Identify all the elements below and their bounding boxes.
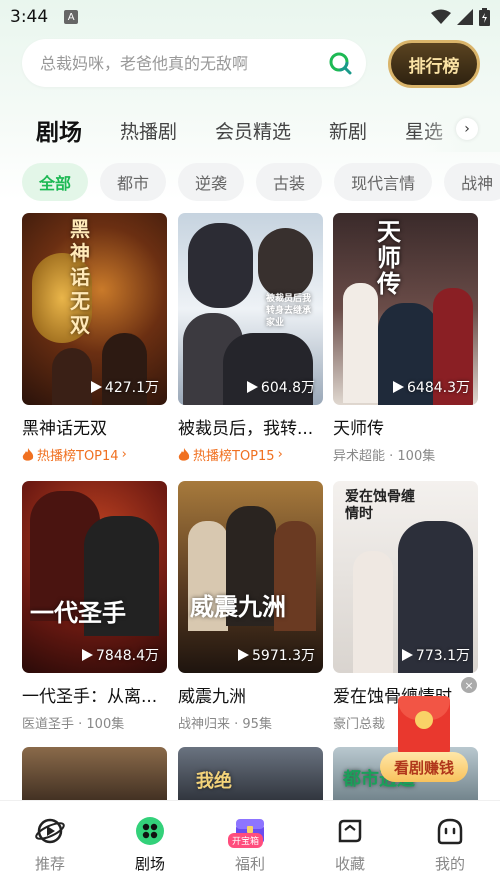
tab-member[interactable]: 会员精选 (215, 117, 291, 144)
drama-card[interactable]: 黑神话无双 427.1万 黑神话无双 热播榜TOP14 › (22, 213, 167, 464)
figure-decoration (353, 551, 393, 673)
hot-rank-label[interactable]: 热播榜TOP15 › (178, 445, 323, 464)
tab-new[interactable]: 新剧 (329, 117, 367, 144)
search-bar[interactable] (22, 39, 366, 87)
drama-poster[interactable]: 威震九洲 5971.3万 (178, 481, 323, 673)
coin-icon (415, 711, 433, 729)
drama-title[interactable]: 威震九洲 (178, 682, 323, 707)
poster-title-art: 一代圣手 (30, 598, 126, 627)
drama-title[interactable]: 天师传 (333, 414, 478, 439)
view-count: 7848.4万 (82, 645, 159, 665)
view-count: 427.1万 (90, 377, 159, 397)
nav-recommend[interactable]: 推荐 (0, 801, 100, 888)
poster-title-art: 天师传 (377, 217, 401, 298)
chip-war-god[interactable]: 战神 (444, 163, 500, 201)
tab-hot[interactable]: 热播剧 (120, 117, 177, 144)
nav-welfare[interactable]: 开宝箱 福利 (200, 801, 300, 888)
chevron-right-icon: › (121, 447, 127, 462)
profile-icon (434, 815, 466, 847)
poster-title-art: 威震九洲 (190, 592, 286, 621)
bookmark-icon (334, 815, 366, 847)
chevron-right-icon[interactable]: › (456, 118, 478, 140)
wifi-icon (431, 9, 451, 24)
figure-decoration (343, 283, 378, 403)
drama-poster[interactable]: 我绝 (178, 747, 323, 807)
flame-icon (178, 447, 190, 461)
drama-poster[interactable]: 爱在蚀骨缠情时 773.1万 (333, 481, 478, 673)
tab-theater[interactable]: 剧场 (36, 113, 82, 147)
figure-decoration (258, 228, 313, 298)
drama-meta: 战神归来 · 95集 (178, 717, 272, 732)
battery-icon (479, 8, 490, 26)
drama-card[interactable]: 天师传 6484.3万 天师传 异术超能 · 100集 (333, 213, 478, 464)
play-icon (238, 649, 249, 661)
drama-card[interactable]: 爱在蚀骨缠情时 773.1万 爱在蚀骨缠情时 豪门总裁 (333, 481, 478, 732)
chip-urban[interactable]: 都市 (100, 163, 167, 201)
play-icon (246, 381, 258, 393)
figure-decoration (188, 223, 253, 308)
view-count: 5971.3万 (238, 645, 315, 665)
genre-filter: 全部 都市 逆袭 古装 现代言情 战神 (22, 163, 500, 203)
poster-title-art: 被裁员后我转身去继承家业 (266, 294, 312, 328)
drama-meta: 异术超能 · 100集 (333, 449, 436, 464)
red-packet-icon[interactable] (398, 696, 450, 756)
bottom-nav: 推荐 剧场 开宝箱 福利 收藏 我的 (0, 800, 500, 888)
poster-title-art: 我绝 (196, 771, 232, 792)
drama-meta: 医道圣手 · 100集 (22, 717, 125, 732)
search-icon[interactable] (328, 51, 352, 75)
poster-title-art: 爱在蚀骨缠情时 (345, 489, 415, 522)
play-icon (82, 649, 93, 661)
view-count: 6484.3万 (393, 377, 470, 397)
nav-favorites[interactable]: 收藏 (300, 801, 400, 888)
drama-card[interactable]: 威震九洲 5971.3万 威震九洲 战神归来 · 95集 (178, 481, 323, 732)
hot-rank-label[interactable]: 热播榜TOP14 › (22, 445, 167, 464)
nav-profile[interactable]: 我的 (400, 801, 500, 888)
figure-decoration (52, 348, 92, 405)
planet-icon (34, 815, 66, 847)
status-time: 3:44 (10, 7, 49, 27)
drama-title[interactable]: 一代圣手：从离... (22, 682, 167, 707)
treasure-icon: 开宝箱 (228, 815, 266, 848)
play-icon (401, 649, 413, 661)
drama-title[interactable]: 黑神话无双 (22, 414, 167, 439)
nav-theater[interactable]: 剧场 (100, 801, 200, 888)
rank-button[interactable]: 排行榜 (388, 40, 480, 88)
signal-icon (457, 9, 473, 25)
drama-poster[interactable]: 一代圣手 7848.4万 (22, 481, 167, 673)
notification-icon: A (64, 10, 79, 24)
search-input[interactable] (40, 53, 328, 73)
drama-card[interactable]: 被裁员后我转身去继承家业 604.8万 被裁员后，我转... 热播榜TOP15 … (178, 213, 323, 464)
drama-poster[interactable]: 天师传 6484.3万 (333, 213, 478, 405)
close-icon[interactable]: × (461, 677, 477, 693)
status-icons (431, 8, 490, 26)
view-count: 773.1万 (401, 645, 470, 665)
drama-title[interactable]: 被裁员后，我转... (178, 414, 323, 439)
poster-title-art: 黑神话无双 (70, 217, 90, 337)
theater-icon (134, 815, 166, 847)
flame-icon (22, 447, 34, 461)
drama-poster[interactable] (22, 747, 167, 807)
drama-card[interactable]: 一代圣手 7848.4万 一代圣手：从离... 医道圣手 · 100集 (22, 481, 167, 732)
chevron-right-icon: › (277, 447, 283, 462)
play-icon (393, 381, 404, 393)
earn-button[interactable]: 看剧赚钱 (380, 752, 468, 782)
play-icon (90, 381, 102, 393)
chip-all[interactable]: 全部 (22, 163, 89, 201)
drama-poster[interactable]: 被裁员后我转身去继承家业 604.8万 (178, 213, 323, 405)
drama-poster[interactable]: 黑神话无双 427.1万 (22, 213, 167, 405)
status-bar: 3:44 A (0, 0, 500, 34)
view-count: 604.8万 (246, 377, 315, 397)
chip-comeback[interactable]: 逆袭 (178, 163, 245, 201)
drama-card[interactable]: 我绝 (178, 747, 323, 807)
chip-romance[interactable]: 现代言情 (334, 163, 433, 201)
chip-costume[interactable]: 古装 (256, 163, 323, 201)
treasure-badge: 开宝箱 (228, 833, 264, 848)
drama-card[interactable] (22, 747, 167, 807)
